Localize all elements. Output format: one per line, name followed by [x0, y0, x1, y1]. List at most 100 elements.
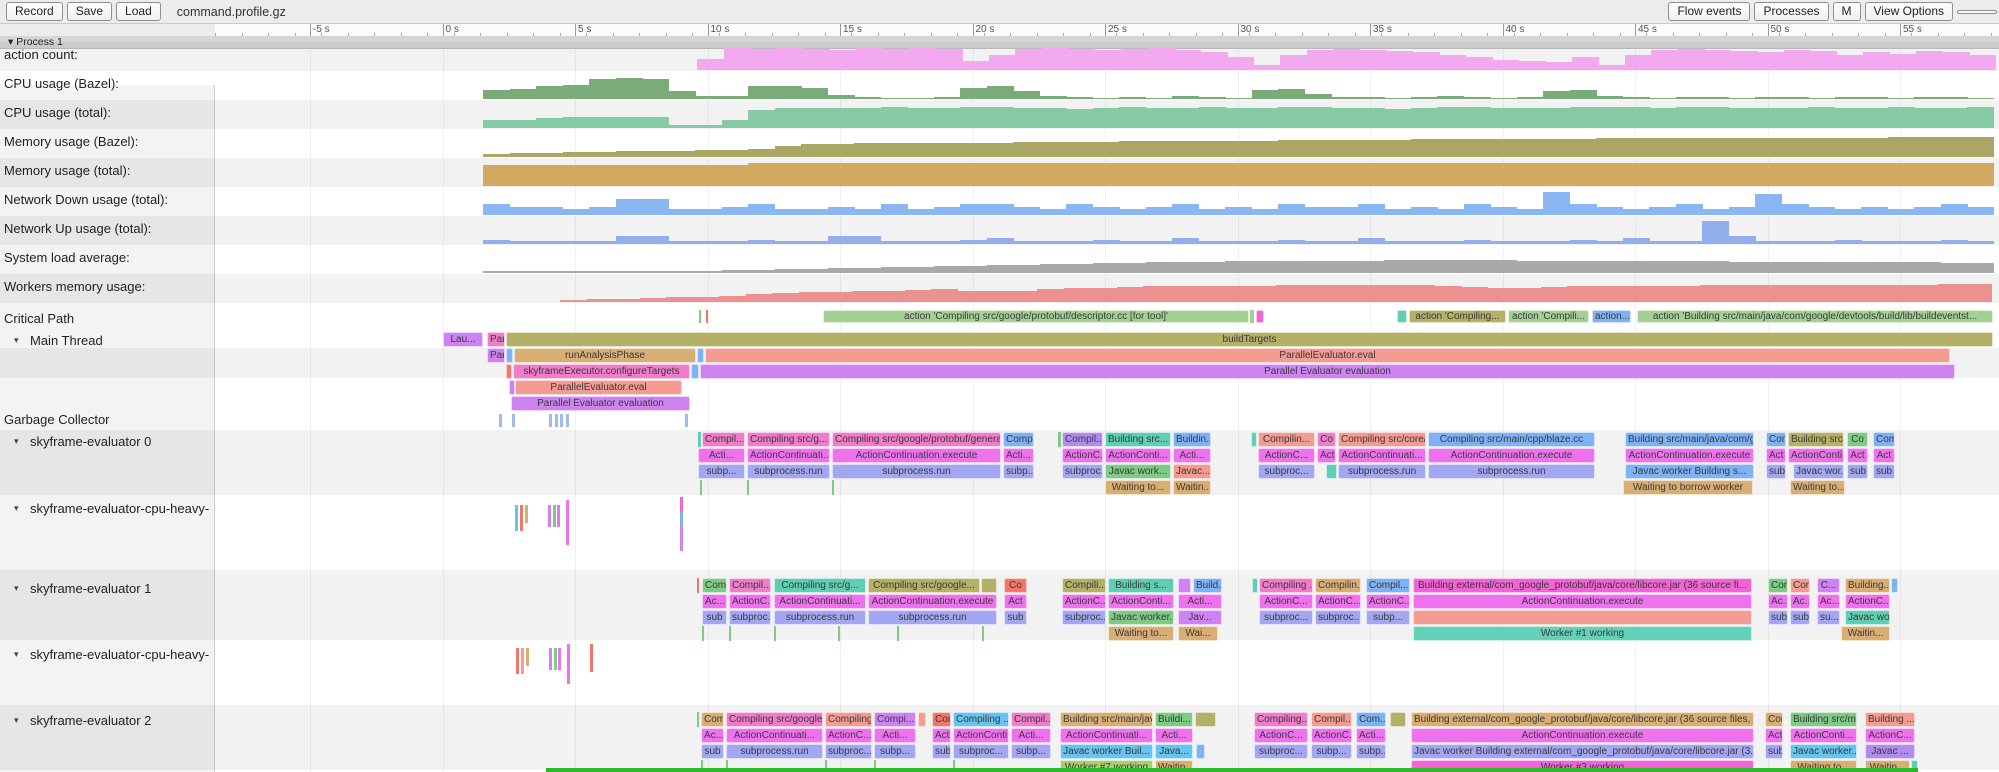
trace-tick[interactable] [590, 644, 593, 672]
trace-span[interactable]: subprocess.run [774, 610, 866, 625]
trace-span[interactable]: ActionConti... [1788, 448, 1844, 463]
trace-span[interactable]: subprocess.run [747, 464, 830, 479]
trace-span[interactable]: ActionC... [1865, 728, 1915, 743]
trace-span[interactable]: Building src... [1788, 432, 1844, 447]
trace-span[interactable]: Acti... [1011, 728, 1051, 743]
trace-span[interactable]: Jav... [1178, 610, 1222, 625]
trace-span[interactable] [700, 480, 702, 495]
trace-span[interactable]: Compil... [1011, 712, 1051, 727]
trace-span[interactable]: ActionConti... [1108, 594, 1174, 609]
trace-span[interactable]: Building src/main/jav... [1060, 712, 1153, 727]
trace-span[interactable]: Ac... [1817, 594, 1840, 609]
row-label-skyframe-evaluator-2[interactable]: skyframe-evaluator 2 [30, 713, 151, 728]
trace-span[interactable]: sub [1790, 610, 1810, 625]
trace-span[interactable]: subp... [1366, 610, 1410, 625]
trace-tick[interactable] [521, 648, 524, 674]
trace-tick[interactable] [525, 505, 528, 523]
trace-span[interactable] [1256, 310, 1264, 323]
trace-span[interactable]: Com [701, 712, 724, 727]
row-label-skyframe-evaluator-cpu-heavy-1[interactable]: skyframe-evaluator-cpu-heavy- [30, 501, 209, 516]
trace-span[interactable]: ActionContinuation.execute [1411, 728, 1754, 743]
trace-span[interactable] [729, 626, 731, 641]
trace-span[interactable] [982, 626, 984, 641]
trace-span[interactable]: Javac worker... [1790, 744, 1857, 759]
trace-span[interactable]: Wai... [1178, 626, 1218, 641]
trace-span[interactable]: Javac worker Buil... [1060, 744, 1153, 759]
trace-span[interactable]: ActionC... [1062, 448, 1103, 463]
trace-span[interactable] [698, 432, 701, 447]
trace-tick[interactable] [520, 505, 523, 531]
trace-span[interactable] [1326, 464, 1337, 479]
trace-span[interactable]: subprocess.run [832, 464, 1001, 479]
trace-span[interactable]: subproc... [825, 744, 872, 759]
trace-span[interactable] [702, 626, 704, 641]
trace-span[interactable]: action 'Compiling... [1409, 310, 1506, 323]
trace-span[interactable]: subproc... [953, 744, 1009, 759]
trace-span[interactable]: Compili... [1062, 578, 1106, 593]
trace-span[interactable] [897, 626, 899, 641]
trace-span[interactable]: subproc... [1315, 610, 1361, 625]
trace-span[interactable] [706, 310, 708, 323]
trace-span[interactable]: subp... [874, 744, 916, 759]
trace-span[interactable] [1250, 310, 1254, 323]
trace-span[interactable]: Act [1317, 448, 1336, 463]
trace-span[interactable]: subproc... [729, 610, 771, 625]
trace-span[interactable]: Javac worker... [1108, 610, 1174, 625]
trace-span[interactable] [1390, 712, 1406, 727]
view-options-button[interactable]: View Options [1865, 2, 1953, 21]
trace-span[interactable] [1252, 578, 1258, 593]
trace-span[interactable] [832, 480, 834, 495]
trace-tick[interactable] [680, 497, 683, 511]
timeline-ruler[interactable]: -5 s0 s5 s10 s15 s20 s25 s30 s35 s40 s45… [215, 24, 1999, 36]
trace-span[interactable] [691, 364, 699, 379]
trace-span[interactable] [697, 712, 699, 727]
trace-tick[interactable] [554, 648, 557, 670]
trace-span[interactable]: ActionContinuati... [726, 728, 823, 743]
trace-span[interactable]: ActionC... [1254, 728, 1308, 743]
trace-span[interactable]: Javac worker Building s... [1625, 464, 1754, 479]
trace-span[interactable]: Javac work... [1105, 464, 1171, 479]
trace-span[interactable]: Com [1873, 432, 1895, 447]
trace-tick[interactable] [560, 414, 563, 427]
trace-span[interactable]: ActionConti... [953, 728, 1009, 743]
trace-span[interactable]: Act [932, 728, 951, 743]
trace-span[interactable]: Co [1317, 432, 1336, 447]
trace-span[interactable]: Javac... [1173, 464, 1211, 479]
trace-span[interactable]: ActionC... [1311, 728, 1352, 743]
trace-span[interactable]: action... [1592, 310, 1631, 323]
extra-button[interactable] [1957, 10, 1997, 14]
trace-span[interactable]: ActionContinuation.execute [832, 448, 1001, 463]
trace-span[interactable]: Act [1847, 448, 1868, 463]
trace-span[interactable]: Comp... [1003, 432, 1034, 447]
trace-span[interactable]: Waitin... [1841, 626, 1890, 641]
trace-span[interactable]: sub [1768, 610, 1788, 625]
trace-span[interactable]: ActionContinuation.execute [1428, 448, 1595, 463]
trace-span[interactable]: Building ... [1865, 712, 1915, 727]
trace-span[interactable]: Compi... [874, 712, 916, 727]
trace-span[interactable]: Waiting to... [1790, 480, 1845, 495]
trace-span[interactable]: Javac worker Building external/com_googl… [1411, 744, 1754, 759]
trace-span[interactable]: ActionContinuati... [1338, 448, 1426, 463]
trace-span[interactable]: Par [487, 332, 505, 347]
trace-span[interactable] [506, 348, 513, 363]
trace-span[interactable]: action 'Compiling src/google/protobuf/de… [823, 310, 1249, 323]
trace-span[interactable]: Acti... [1178, 594, 1222, 609]
trace-span[interactable]: Acti... [1356, 728, 1386, 743]
trace-span[interactable] [747, 480, 749, 495]
trace-span[interactable]: Act [1004, 594, 1027, 609]
trace-span[interactable] [506, 364, 512, 379]
trace-span[interactable]: Javac wor... [1793, 464, 1844, 479]
trace-span[interactable]: sub [1765, 744, 1783, 759]
row-label-skyframe-evaluator-0[interactable]: skyframe-evaluator 0 [30, 434, 151, 449]
trace-span[interactable] [699, 310, 701, 323]
trace-span[interactable]: Compiling... [1254, 712, 1308, 727]
trace-tick[interactable] [548, 505, 551, 527]
collapse-arrow-icon[interactable]: ▾ [14, 436, 19, 447]
trace-span[interactable]: Building external/com_google_protobuf/ja… [1411, 712, 1754, 727]
trace-span[interactable] [1178, 578, 1191, 593]
trace-span[interactable]: subproc... [1259, 610, 1313, 625]
trace-span[interactable]: Acti... [1003, 448, 1034, 463]
trace-span[interactable]: subproc... [1254, 744, 1308, 759]
trace-span[interactable] [918, 712, 926, 727]
trace-tick[interactable] [549, 648, 552, 670]
